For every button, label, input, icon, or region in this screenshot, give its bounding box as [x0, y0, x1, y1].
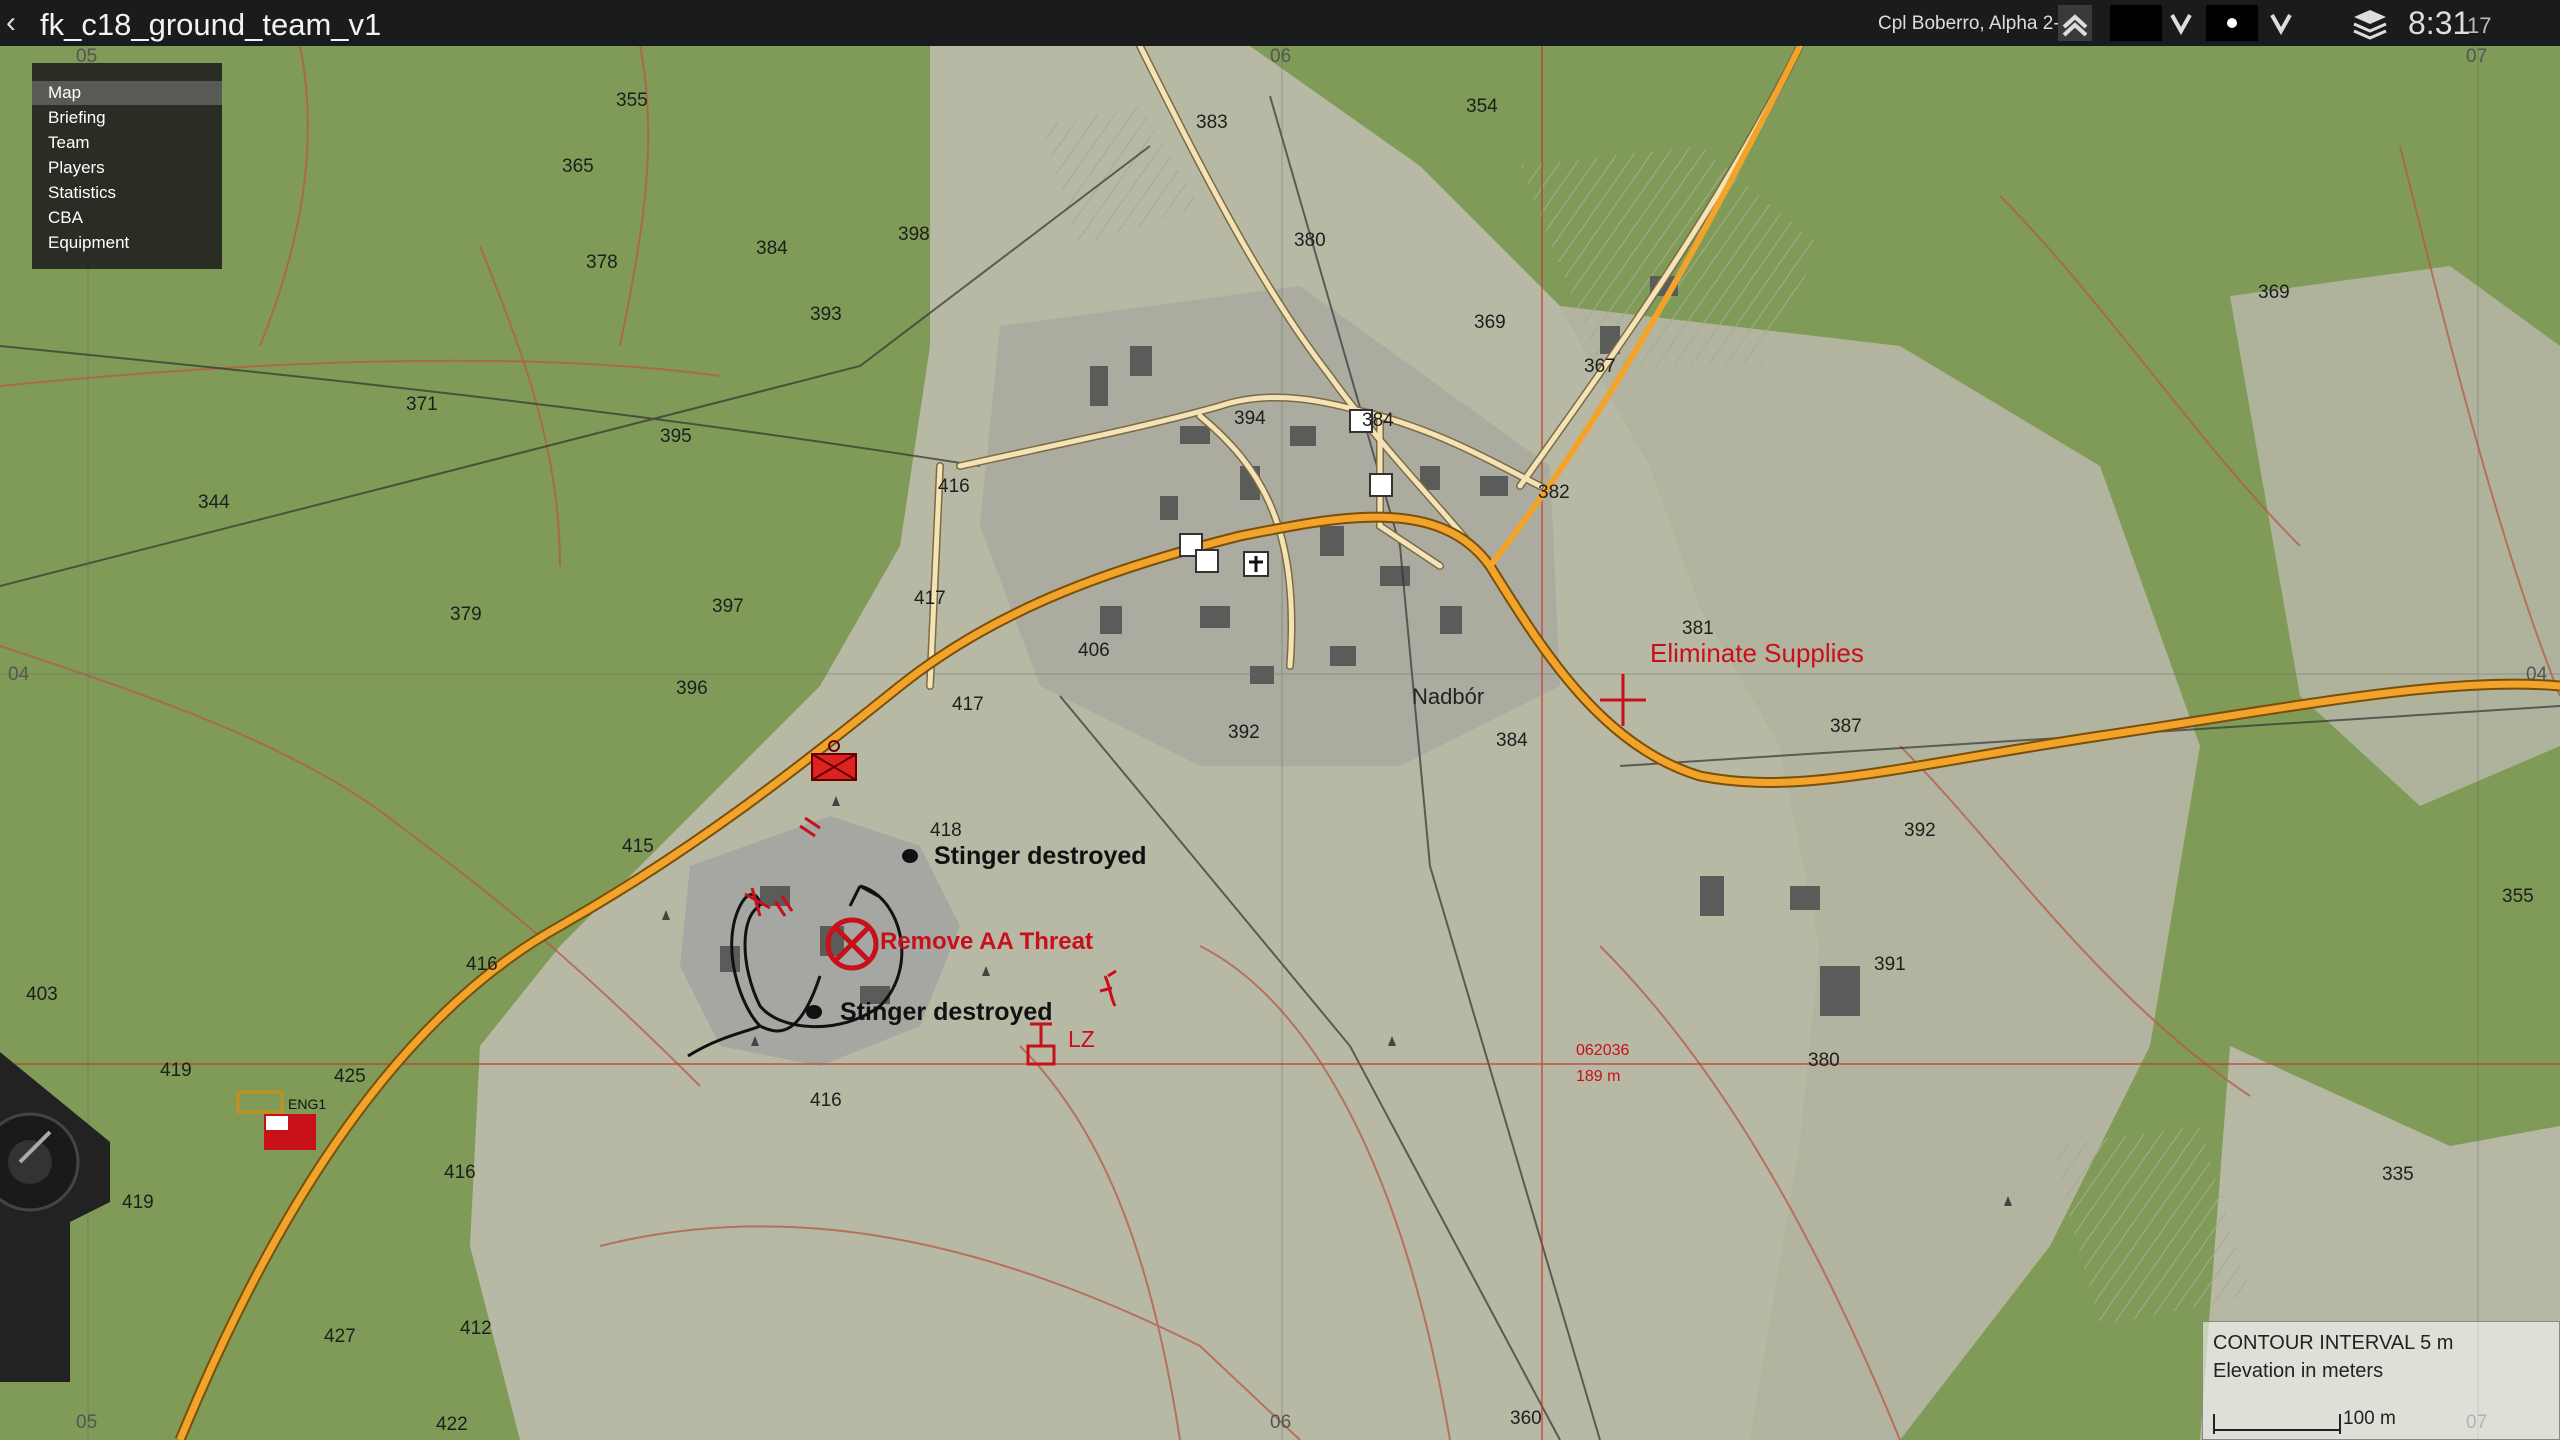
cursor-elevation-readout: 189 m	[1576, 1068, 1621, 1085]
dropdown-chevron-icon[interactable]	[2264, 5, 2298, 41]
elevation-label: 419	[122, 1192, 154, 1213]
elevation-label: 354	[1466, 96, 1498, 117]
elevation-label: 384	[1496, 730, 1528, 751]
marker-lz[interactable]: LZ	[1068, 1026, 1095, 1053]
elevation-label: 380	[1294, 230, 1326, 251]
grid-label-06-bottom: 06	[1270, 1412, 1292, 1433]
elevation-label: 416	[810, 1090, 842, 1111]
menu-item-statistics[interactable]: Statistics	[32, 181, 222, 205]
elevation-label: 415	[622, 836, 654, 857]
marker-eliminate-supplies[interactable]: Eliminate Supplies	[1650, 638, 1864, 669]
mission-title: fk_c18_ground_team_v1	[40, 7, 382, 42]
elevation-label: 417	[914, 588, 946, 609]
grid-label-07: 07	[2466, 46, 2488, 67]
elevation-label: 384	[756, 238, 788, 259]
elevation-label: 371	[406, 394, 438, 415]
elevation-label: 393	[810, 304, 842, 325]
elevation-label: 416	[444, 1162, 476, 1183]
elevation-label: 395	[660, 426, 692, 447]
marker-dot-icon[interactable]	[2206, 5, 2258, 41]
clock: 8:31	[2408, 5, 2471, 41]
menu-item-cba[interactable]: CBA	[32, 206, 222, 230]
menu-item-players[interactable]: Players	[32, 156, 222, 180]
group-marker-label[interactable]: ENG1	[288, 1096, 326, 1112]
elevation-label: 394	[1234, 408, 1266, 429]
menu-item-map[interactable]: Map	[32, 81, 222, 105]
map-canvas	[0, 46, 2560, 1440]
elevation-label: 379	[450, 604, 482, 625]
elevation-label: 398	[898, 224, 930, 245]
elevation-label: 425	[334, 1066, 366, 1087]
player-name: Cpl Boberro, Alpha 2-1 5	[1878, 13, 2087, 34]
town-name: Nadbór	[1412, 684, 1485, 709]
cursor-grid-readout: 062036	[1576, 1042, 1630, 1059]
elevation-label: 391	[1874, 954, 1906, 975]
map-tool-wheel[interactable]	[0, 1052, 110, 1382]
grid-label-06: 06	[1270, 46, 1292, 67]
top-bar: ‹ fk_c18_ground_team_v1 Cpl Boberro, Alp…	[0, 0, 2560, 46]
elevation-label: 412	[460, 1318, 492, 1339]
marker-stinger-destroyed[interactable]: Stinger destroyed	[840, 998, 1053, 1027]
clock-seconds: 17	[2467, 13, 2492, 38]
dropdown-chevron-icon[interactable]	[2164, 5, 2198, 41]
layers-icon[interactable]	[2350, 5, 2390, 41]
back-icon[interactable]: ‹	[6, 6, 16, 40]
grid-label-04-left: 04	[8, 664, 30, 685]
elevation-label: 369	[2258, 282, 2290, 303]
elevation-label: 382	[1538, 482, 1570, 503]
elevation-label: 422	[436, 1414, 468, 1435]
grid-label-04-right: 04	[2526, 664, 2548, 685]
elevation-label: 335	[2382, 1164, 2414, 1185]
menu-item-briefing[interactable]: Briefing	[32, 106, 222, 130]
menu-item-equipment[interactable]: Equipment	[32, 231, 222, 255]
side-menu: Map Briefing Team Players Statistics CBA…	[32, 63, 222, 269]
rank-chevron-icon[interactable]	[2058, 5, 2092, 41]
menu-item-team[interactable]: Team	[32, 131, 222, 155]
elevation-label: 417	[952, 694, 984, 715]
elevation-label: 416	[466, 954, 498, 975]
elevation-label: 396	[676, 678, 708, 699]
color-swatch-icon[interactable]	[2110, 5, 2162, 41]
scale-bar	[2213, 1414, 2341, 1434]
elevation-label: 380	[1808, 1050, 1840, 1071]
legend-contour-interval: CONTOUR INTERVAL 5 m	[2213, 1332, 2454, 1354]
elevation-label: 369	[1474, 312, 1506, 333]
elevation-label: 355	[2502, 886, 2534, 907]
elevation-label: 365	[562, 156, 594, 177]
elevation-label: 416	[938, 476, 970, 497]
elevation-label: 419	[160, 1060, 192, 1081]
elevation-label: 403	[26, 984, 58, 1005]
elevation-label: 392	[1228, 722, 1260, 743]
elevation-label: 378	[586, 252, 618, 273]
legend-elevation-note: Elevation in meters	[2213, 1360, 2384, 1382]
elevation-label: 406	[1078, 640, 1110, 661]
elevation-label: 344	[198, 492, 230, 513]
elevation-label: 427	[324, 1326, 356, 1347]
elevation-label: 381	[1682, 618, 1714, 639]
elevation-label: 384	[1362, 410, 1394, 431]
elevation-label: 392	[1904, 820, 1936, 841]
elevation-label: 418	[930, 820, 962, 841]
elevation-label: 360	[1510, 1408, 1542, 1429]
elevation-label: 355	[616, 90, 648, 111]
marker-stinger-destroyed[interactable]: Stinger destroyed	[934, 842, 1147, 871]
scale-label: 100 m	[2343, 1408, 2396, 1429]
elevation-label: 383	[1196, 112, 1228, 133]
grid-label-05-bottom: 05	[76, 1412, 98, 1433]
map-view[interactable]: 05 06 07 04 04 05 06 07 355 365 378 384 …	[0, 46, 2560, 1440]
elevation-label: 387	[1830, 716, 1862, 737]
map-legend: CONTOUR INTERVAL 5 m Elevation in meters…	[2202, 1321, 2560, 1440]
elevation-label: 367	[1584, 356, 1616, 377]
elevation-label: 397	[712, 596, 744, 617]
marker-remove-aa-threat[interactable]: Remove AA Threat	[880, 928, 1093, 956]
